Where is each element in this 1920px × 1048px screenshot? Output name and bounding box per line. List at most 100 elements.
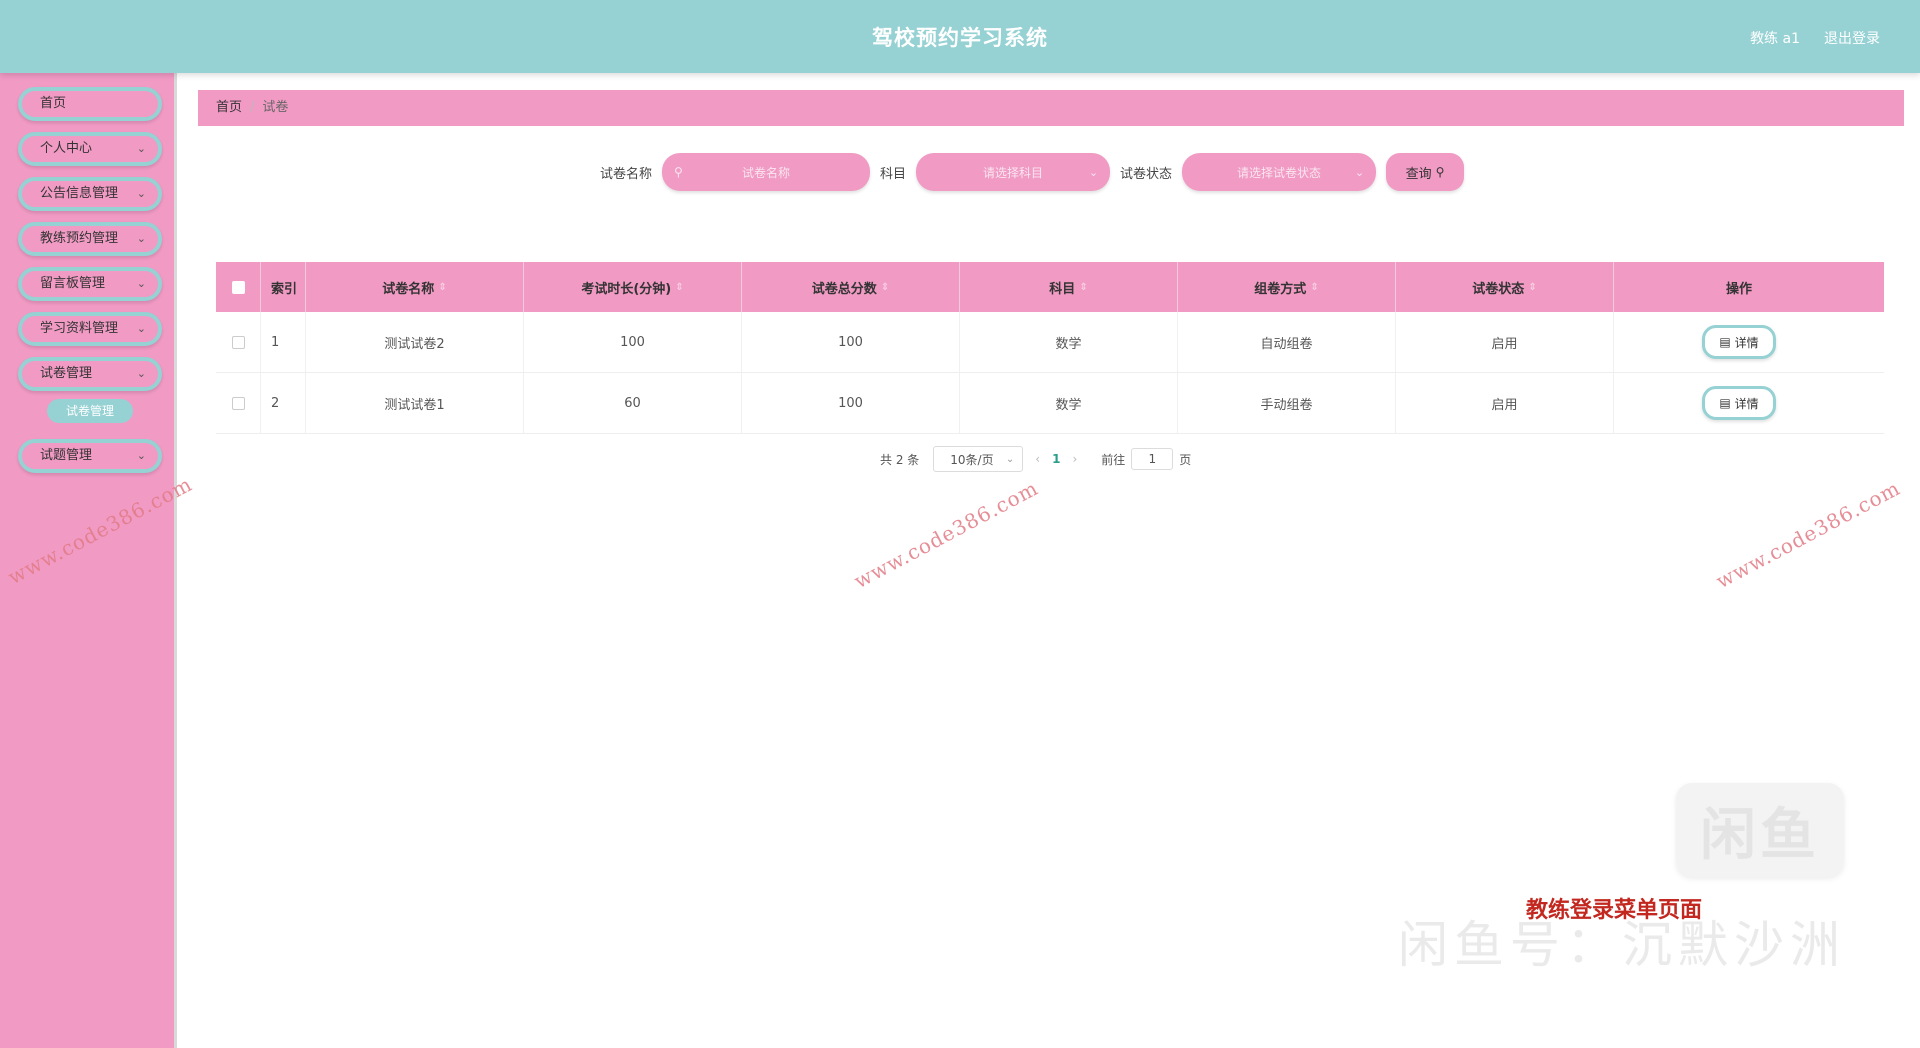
watermark-text: www.code386.com — [850, 475, 1043, 594]
document-icon: ▤ — [1719, 396, 1731, 410]
chevron-down-icon: ⌄ — [1354, 165, 1365, 179]
chevron-down-icon: ⌄ — [1088, 165, 1099, 179]
search-icon: ⚲ — [674, 165, 683, 179]
user-name[interactable]: 教练 a1 — [1750, 28, 1800, 48]
row-checkbox[interactable] — [231, 396, 245, 410]
header-mode-label: 组卷方式 — [1254, 281, 1307, 297]
header-name-label: 试卷名称 — [382, 281, 435, 297]
page-size-value: 10条/页 — [950, 452, 994, 467]
sidebar-item-label: 留言板管理 — [40, 276, 106, 291]
breadcrumb-separator: / — [250, 100, 255, 115]
sidebar-item-label: 试题管理 — [40, 448, 93, 463]
status-placeholder: 请选择试卷状态 — [1237, 165, 1322, 180]
chevron-down-icon: ⌄ — [1005, 453, 1015, 465]
chevron-down-icon: ⌄ — [136, 277, 146, 290]
sort-icon[interactable]: ⇕ — [1079, 282, 1087, 293]
subject-select[interactable]: 请选择科目 ⌄ — [916, 153, 1111, 191]
table-row: 1 测试试卷2 100 100 数学 自动组卷 启用 ▤ 详情 — [216, 312, 1884, 373]
cell-operation: ▤ 详情 — [1614, 312, 1864, 372]
cell-subject: 数学 — [960, 312, 1178, 372]
header-duration-label: 考试时长(分钟) — [581, 281, 672, 297]
header-subject-label: 科目 — [1049, 281, 1076, 297]
header-mode[interactable]: 组卷方式 ⇕ — [1178, 262, 1396, 312]
breadcrumb-current: 试卷 — [262, 100, 289, 115]
sidebar-item-study-materials[interactable]: 学习资料管理 ⌄ — [18, 312, 162, 346]
cell-mode: 自动组卷 — [1178, 312, 1396, 372]
header-status-label: 试卷状态 — [1472, 281, 1525, 297]
row-check-cell — [216, 373, 261, 433]
chevron-down-icon: ⌄ — [136, 322, 146, 335]
subject-placeholder: 请选择科目 — [983, 165, 1044, 180]
sidebar-item-label: 公告信息管理 — [40, 186, 119, 201]
paper-name-placeholder: 试卷名称 — [742, 165, 791, 180]
sidebar-item-questions[interactable]: 试题管理 ⌄ — [18, 439, 162, 473]
status-label: 试卷状态 — [1120, 166, 1173, 182]
header-status[interactable]: 试卷状态 ⇕ — [1396, 262, 1614, 312]
sidebar-item-message-board[interactable]: 留言板管理 ⌄ — [18, 267, 162, 301]
cell-duration: 60 — [524, 373, 742, 433]
app-title: 驾校预约学习系统 — [872, 26, 1048, 50]
header-duration[interactable]: 考试时长(分钟) ⇕ — [524, 262, 742, 312]
breadcrumb-home[interactable]: 首页 — [216, 100, 242, 115]
sidebar-menu: 首页 个人中心 ⌄ 公告信息管理 ⌄ 教练预约管理 ⌄ 留言板管理 ⌄ 学习资料… — [18, 87, 162, 484]
next-page-icon[interactable]: › — [1072, 452, 1077, 466]
row-checkbox[interactable] — [231, 335, 245, 349]
query-button[interactable]: 查询 ⚲ — [1386, 153, 1465, 191]
detail-button[interactable]: ▤ 详情 — [1702, 386, 1776, 420]
paper-name-input[interactable]: ⚲ 试卷名称 — [662, 153, 871, 191]
prev-page-icon[interactable]: ‹ — [1035, 452, 1040, 466]
sidebar-item-label: 个人中心 — [40, 141, 93, 156]
select-all-checkbox[interactable] — [231, 280, 245, 294]
detail-button-label: 详情 — [1734, 335, 1759, 350]
subject-label: 科目 — [880, 166, 907, 182]
sidebar-item-coach-booking[interactable]: 教练预约管理 ⌄ — [18, 222, 162, 256]
submenu-item-exam-papers[interactable]: 试卷管理 — [47, 399, 133, 423]
chevron-down-icon: ⌄ — [136, 142, 146, 155]
sidebar-item-label: 试卷管理 — [40, 366, 93, 381]
sort-icon[interactable]: ⇕ — [1310, 282, 1318, 293]
header-score-label: 试卷总分数 — [811, 281, 877, 297]
user-area: 教练 a1 退出登录 — [1750, 28, 1880, 48]
header-subject[interactable]: 科目 ⇕ — [960, 262, 1178, 312]
chevron-down-icon: ⌄ — [136, 232, 146, 245]
header-score[interactable]: 试卷总分数 ⇕ — [742, 262, 960, 312]
overlay-logo-text: 闲鱼 — [1700, 802, 1820, 868]
cell-score: 100 — [742, 312, 960, 372]
status-select[interactable]: 请选择试卷状态 ⌄ — [1182, 153, 1377, 191]
row-check-cell — [216, 312, 261, 372]
document-icon: ▤ — [1719, 335, 1731, 349]
sort-icon[interactable]: ⇕ — [881, 282, 889, 293]
watermark-text: www.code386.com — [1712, 475, 1905, 594]
sidebar-item-home[interactable]: 首页 — [18, 87, 162, 121]
cell-index: 2 — [261, 373, 306, 433]
cell-name: 测试试卷2 — [306, 312, 524, 372]
table-row: 2 测试试卷1 60 100 数学 手动组卷 启用 ▤ 详情 — [216, 373, 1884, 434]
page-size-select[interactable]: 10条/页 ⌄ — [933, 446, 1024, 472]
top-bar: 驾校预约学习系统 教练 a1 退出登录 — [0, 0, 1920, 73]
search-bar: 试卷名称 ⚲ 试卷名称 科目 请选择科目 ⌄ 试卷状态 请选择试卷状态 ⌄ 查询… — [600, 153, 1465, 191]
cell-mode: 手动组卷 — [1178, 373, 1396, 433]
sort-icon[interactable]: ⇕ — [438, 282, 446, 293]
sort-icon[interactable]: ⇕ — [1528, 282, 1536, 293]
sidebar-item-label: 教练预约管理 — [40, 231, 119, 246]
goto-suffix: 页 — [1179, 452, 1192, 467]
goto-page-input[interactable]: 1 — [1131, 448, 1174, 470]
exam-paper-table: 索引 试卷名称 ⇕ 考试时长(分钟) ⇕ 试卷总分数 ⇕ 科目 ⇕ 组卷方式 ⇕ 试卷状态… — [216, 262, 1884, 434]
goto-page: 前往 1 页 — [1101, 448, 1191, 470]
sidebar-item-announcements[interactable]: 公告信息管理 ⌄ — [18, 177, 162, 211]
paper-name-label: 试卷名称 — [600, 166, 653, 182]
detail-button[interactable]: ▤ 详情 — [1702, 325, 1776, 359]
logout-button[interactable]: 退出登录 — [1824, 28, 1880, 48]
select-all-cell — [216, 262, 261, 312]
breadcrumb: 首页 / 试卷 — [198, 90, 1904, 126]
header-operation: 操作 — [1614, 262, 1864, 312]
chevron-down-icon: ⌄ — [136, 449, 146, 462]
page-number-current[interactable]: 1 — [1052, 452, 1060, 466]
header-name[interactable]: 试卷名称 ⇕ — [306, 262, 524, 312]
sidebar-item-personal-center[interactable]: 个人中心 ⌄ — [18, 132, 162, 166]
overlay-caption: 教练登录菜单页面 — [1526, 898, 1703, 923]
pagination-total: 共 2 条 — [880, 452, 920, 467]
sidebar-item-exam-papers[interactable]: 试卷管理 ⌄ — [18, 357, 162, 391]
sort-icon[interactable]: ⇕ — [675, 282, 683, 293]
goto-page-value: 1 — [1148, 452, 1157, 466]
